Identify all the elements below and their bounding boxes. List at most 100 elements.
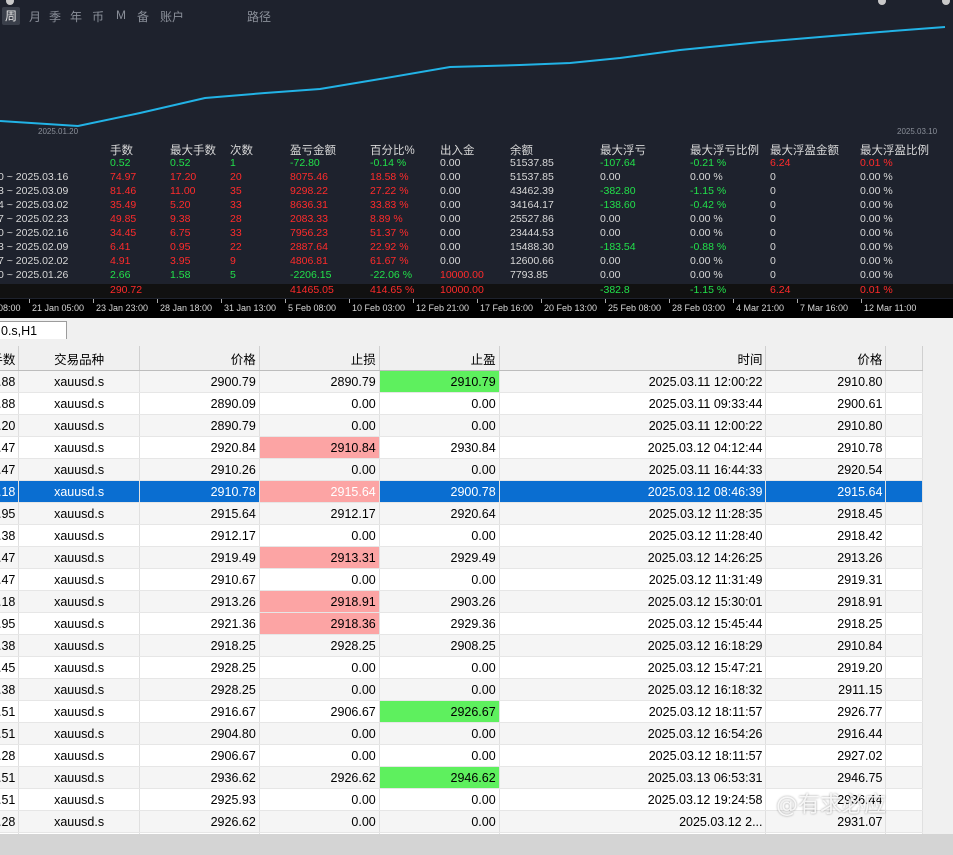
cell-filler [885,810,923,833]
stats-cell: 9298.22 [290,185,328,197]
cell-symbol: xauusd.s [18,392,140,415]
cell-takeprofit: 0.00 [379,722,500,745]
stats-cell: 0 [770,241,776,253]
cell-stoploss: 2918.36 [259,612,380,635]
stats-period: 3 ~ 2025.03.09 [0,185,69,197]
timeline-tick: 4 Mar 21:00 [736,303,785,313]
stats-cell: 7956.23 [290,227,328,239]
table-row[interactable]: 0.51xauusd.s2936.622926.622946.622025.03… [0,766,923,789]
timeline-tick-mark [285,299,286,303]
table-row[interactable]: 2.88xauusd.s2900.792890.792910.792025.03… [0,370,923,393]
cell-stoploss: 2913.31 [259,546,380,569]
stats-cell: 33 [230,227,242,239]
stats-row: 7 ~ 2025.02.23 49.85 9.38 28 2083.33 8.89 % 0.… [0,213,953,227]
cell-lots: 2.88 [0,392,20,415]
table-row[interactable]: .18xauusd.s2910.782915.642900.782025.03.… [0,480,923,503]
cell-takeprofit: 2929.49 [379,546,500,569]
table-row[interactable]: 7.38xauusd.s2928.250.000.002025.03.12 16… [0,678,923,701]
cell-takeprofit: 2920.64 [379,502,500,525]
stats-cell: 35.49 [110,199,137,211]
cell-lots: 7.20 [0,414,20,437]
table-row[interactable]: 7.38xauusd.s2912.170.000.002025.03.12 11… [0,524,923,547]
cell-close-price: 2910.80 [765,370,887,393]
stats-cell: 10000.00 [440,269,484,281]
table-row[interactable]: 0.47xauusd.s2920.842910.842930.842025.03… [0,436,923,459]
table-row[interactable]: 0.47xauusd.s2910.260.000.002025.03.11 16… [0,458,923,481]
cell-lots: 2.95 [0,502,20,525]
table-row[interactable]: 3.45xauusd.s2928.250.000.002025.03.12 15… [0,656,923,679]
stats-cell: 0.00 % [690,227,723,239]
table-row[interactable]: 7.20xauusd.s2890.790.000.002025.03.11 12… [0,414,923,437]
stats-cell: 0.52 [110,157,131,169]
stats-cell: 8075.46 [290,171,328,183]
col-takeprofit[interactable]: 止盈 [379,346,500,371]
stats-cell: -183.54 [600,241,636,253]
stats-cell: 4.91 [110,255,131,267]
cell-time: 2025.03.12 11:28:35 [499,502,767,525]
timeline-tick: 17 Feb 16:00 [480,303,534,313]
cell-lots: 0.47 [0,436,20,459]
status-strip [0,834,953,855]
table-row[interactable]: 2.95xauusd.s2921.362918.362929.362025.03… [0,612,923,635]
table-row[interactable]: 0.47xauusd.s2910.670.000.002025.03.12 11… [0,568,923,591]
stats-header: 手数 最大手数 次数 盈亏金额 百分比% 出入金 余额 最大浮亏 最大浮亏比例 最大浮盈金额 最大浮… [0,142,953,157]
stats-period: 0 ~ 2025.02.16 [0,227,69,239]
stats-period: 4 ~ 2025.03.02 [0,199,69,211]
cell-price: 2919.49 [139,546,260,569]
table-row[interactable]: .28xauusd.s2906.670.000.002025.03.12 18:… [0,744,923,767]
timeline-tick-mark [733,299,734,303]
stats-header-cell: 余额 [510,145,533,157]
table-row[interactable]: .18xauusd.s2913.262918.912903.262025.03.… [0,590,923,613]
stats-cell: 0.00 % [860,171,893,183]
timeline-tick-mark [413,299,414,303]
stats-period: 7 ~ 2025.02.23 [0,213,69,225]
stats-period: 0 ~ 2025.03.16 [0,171,69,183]
cell-symbol: xauusd.s [18,678,140,701]
col-filler [885,346,923,371]
stats-cell: -382.80 [600,185,636,197]
col-lots[interactable]: 手数 [0,346,20,371]
col-time[interactable]: 时间 [499,346,767,371]
cell-takeprofit: 0.00 [379,524,500,547]
stats-cell: 0.01 % [860,157,893,169]
cell-lots: 0.51 [0,700,20,723]
cell-close-price: 2926.77 [765,700,887,723]
cell-lots: .28 [0,810,20,833]
cell-filler [885,546,923,569]
stats-header-cell: 最大手数 [170,145,216,157]
time-scale: 08:00 21 Jan 05:00 23 Jan 23:00 28 Jan 18:0… [0,299,953,318]
cell-price: 2928.25 [139,678,260,701]
stats-total-cell: -1.15 % [690,284,727,296]
stats-total-cell: 290.72 [110,284,143,296]
cell-price: 2910.78 [139,480,260,503]
cell-close-price: 2916.44 [765,722,887,745]
cell-stoploss: 0.00 [259,414,380,437]
table-row[interactable]: 0.47xauusd.s2919.492913.312929.492025.03… [0,546,923,569]
timeline-tick: 5 Feb 08:00 [288,303,337,313]
cell-time: 2025.03.12 2... [499,810,767,833]
cell-price: 2936.62 [139,766,260,789]
col-stoploss[interactable]: 止损 [259,346,380,371]
cell-close-price: 2918.42 [765,524,887,547]
cell-lots: 0.51 [0,766,20,789]
stats-cell: -72.80 [290,157,320,169]
stats-total-cell: 0.01 % [860,284,893,296]
stats-cell: 0.00 [440,227,461,239]
col-close-price[interactable]: 价格 [765,346,887,371]
table-row[interactable]: 0.51xauusd.s2904.800.000.002025.03.12 16… [0,722,923,745]
cell-time: 2025.03.12 18:11:57 [499,744,767,767]
col-price[interactable]: 价格 [139,346,260,371]
cell-symbol: xauusd.s [18,458,140,481]
cell-takeprofit: 2908.25 [379,634,500,657]
stats-cell: 17.20 [170,171,197,183]
table-row[interactable]: 2.95xauusd.s2915.642912.172920.642025.03… [0,502,923,525]
col-symbol[interactable]: 交易品种 [18,346,140,371]
table-row[interactable]: 7.38xauusd.s2918.252928.252908.252025.03… [0,634,923,657]
cell-price: 2920.84 [139,436,260,459]
table-row[interactable]: 0.51xauusd.s2916.672906.672926.672025.03… [0,700,923,723]
cell-takeprofit: 0.00 [379,656,500,679]
cell-symbol: xauusd.s [18,722,140,745]
table-row[interactable]: 2.88xauusd.s2890.090.000.002025.03.11 09… [0,392,923,415]
stats-cell: 0.00 [600,213,621,225]
symbol-tab[interactable]: 0.s,H1 [0,321,67,339]
